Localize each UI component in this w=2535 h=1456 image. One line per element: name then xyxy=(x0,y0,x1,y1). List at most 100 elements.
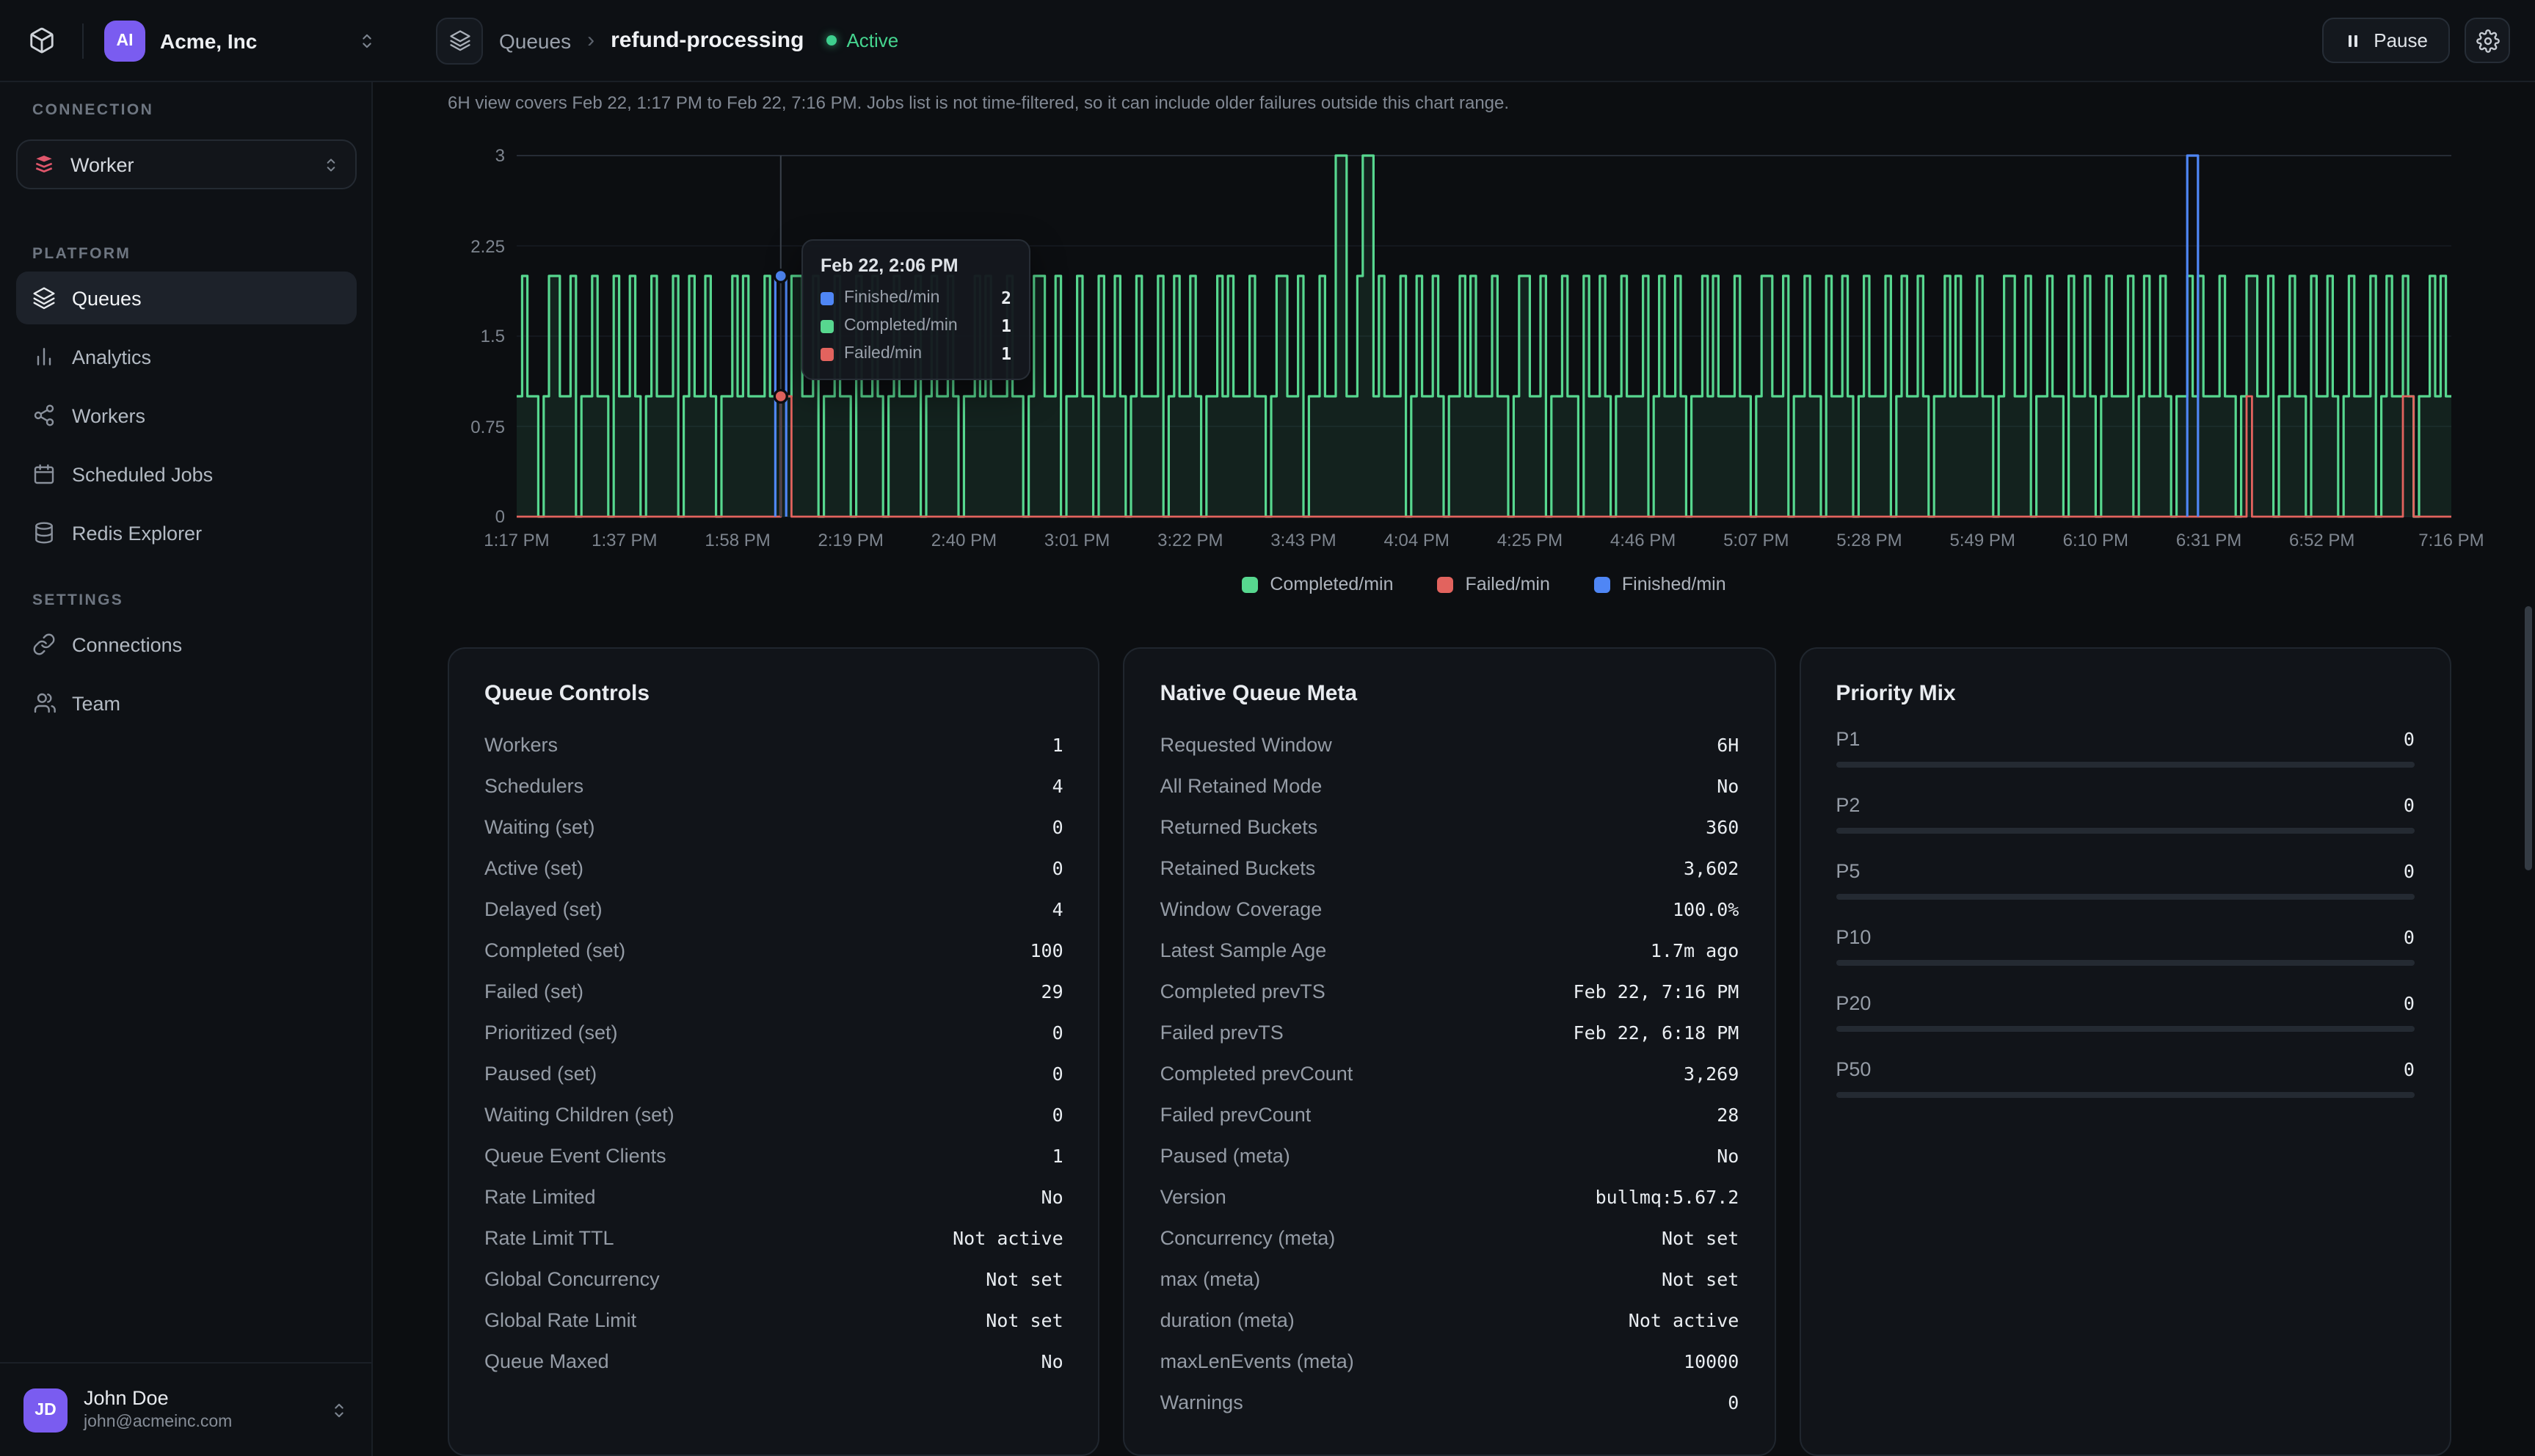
sidebar-item-label: Analytics xyxy=(72,346,151,368)
stat-value: 360 xyxy=(1706,815,1739,837)
stat-row: maxLenEvents (meta) 10000 xyxy=(1160,1340,1739,1381)
sidebar-item-redis-explorer[interactable]: Redis Explorer xyxy=(16,506,357,559)
stat-value: 0 xyxy=(1052,1021,1063,1043)
cube-icon xyxy=(27,26,55,54)
sidebar-item-team[interactable]: Team xyxy=(16,677,357,729)
legend-color-chip xyxy=(1594,576,1610,592)
stat-row: Global Rate Limit Not set xyxy=(484,1299,1063,1340)
stat-row: duration (meta) Not active xyxy=(1160,1299,1739,1340)
stat-label: Returned Buckets xyxy=(1160,815,1318,837)
stat-row: Global Concurrency Not set xyxy=(484,1258,1063,1299)
sidebar-item-label: Connections xyxy=(72,633,182,655)
sidebar-item-label: Redis Explorer xyxy=(72,522,202,544)
x-axis-tick: 2:40 PM xyxy=(931,530,997,550)
connection-select[interactable]: Worker xyxy=(16,139,357,189)
priority-row: P5 0 xyxy=(1836,856,2415,900)
stat-label: All Retained Mode xyxy=(1160,774,1323,796)
stat-value: 1 xyxy=(1052,1144,1063,1166)
stat-label: Queue Event Clients xyxy=(484,1144,666,1166)
tooltip-row: Completed/min 1 xyxy=(821,316,1011,336)
legend-item-finished[interactable]: Finished/min xyxy=(1594,574,1726,594)
y-axis-tick: 0.75 xyxy=(379,416,505,437)
legend-color-chip xyxy=(1242,576,1258,592)
x-axis-tick: 6:10 PM xyxy=(2063,530,2128,550)
main-content: 6H view covers Feb 22, 1:17 PM to Feb 22… xyxy=(373,81,2535,1456)
legend-item-failed[interactable]: Failed/min xyxy=(1438,574,1550,594)
org-switcher[interactable]: AI Acme, Inc xyxy=(84,14,398,67)
chart-range-note: 6H view covers Feb 22, 1:17 PM to Feb 22… xyxy=(448,92,1509,113)
stat-value: Feb 22, 6:18 PM xyxy=(1574,1021,1739,1043)
queue-controls-card: Queue Controls Workers 1 Schedulers 4 Wa… xyxy=(448,647,1100,1456)
y-axis-tick: 1.5 xyxy=(379,326,505,346)
stat-value: Not active xyxy=(953,1226,1063,1248)
x-axis-tick: 5:49 PM xyxy=(1949,530,2015,550)
priority-bar-track xyxy=(1836,960,2415,966)
settings-section-label: SETTINGS xyxy=(32,592,123,609)
stat-value: 100.0% xyxy=(1673,898,1739,920)
sidebar-item-analytics[interactable]: Analytics xyxy=(16,330,357,383)
stat-label: Completed prevTS xyxy=(1160,980,1325,1002)
stat-row: Completed prevTS Feb 22, 7:16 PM xyxy=(1160,970,1739,1011)
stat-label: Rate Limited xyxy=(484,1185,596,1207)
stat-label: Failed (set) xyxy=(484,980,583,1002)
settings-button[interactable] xyxy=(2465,18,2510,63)
stat-value: 0 xyxy=(1052,1062,1063,1084)
calendar-icon xyxy=(32,462,56,486)
chevron-up-down-icon xyxy=(329,1399,349,1420)
stat-label: Workers xyxy=(484,733,558,755)
stat-label: Completed (set) xyxy=(484,939,625,961)
pause-button[interactable]: Pause xyxy=(2322,18,2450,63)
card-title: Native Queue Meta xyxy=(1160,681,1739,706)
stat-row: Queue Maxed No xyxy=(484,1340,1063,1381)
stat-label: Rate Limit TTL xyxy=(484,1226,614,1248)
sidebar-item-label: Team xyxy=(72,692,120,714)
sidebar-item-connections[interactable]: Connections xyxy=(16,618,357,671)
series-color-chip xyxy=(821,347,834,360)
stat-row: Delayed (set) 4 xyxy=(484,888,1063,929)
stat-label: duration (meta) xyxy=(1160,1308,1295,1331)
scrollbar-thumb[interactable] xyxy=(2525,606,2532,870)
legend-item-completed[interactable]: Completed/min xyxy=(1242,574,1393,594)
priority-bar-track xyxy=(1836,1092,2415,1098)
stat-row: Retained Buckets 3,602 xyxy=(1160,847,1739,888)
user-menu[interactable]: JD John Doe john@acmeinc.com xyxy=(0,1362,373,1456)
topbar-actions: Pause xyxy=(2322,18,2535,63)
stat-value: No xyxy=(1717,774,1739,796)
pause-label: Pause xyxy=(2374,29,2428,51)
app-logo[interactable] xyxy=(0,0,82,81)
sidebar-item-label: Queues xyxy=(72,287,142,309)
stat-value: 0 xyxy=(1052,815,1063,837)
stat-value: bullmq:5.67.2 xyxy=(1596,1185,1739,1207)
share-icon xyxy=(32,404,56,427)
stat-value: 100 xyxy=(1030,939,1063,961)
stat-label: Failed prevTS xyxy=(1160,1021,1284,1043)
stat-value: 3,269 xyxy=(1684,1062,1739,1084)
stat-label: Schedulers xyxy=(484,774,583,796)
stat-row: Failed prevCount 28 xyxy=(1160,1093,1739,1135)
sidebar-item-scheduled-jobs[interactable]: Scheduled Jobs xyxy=(16,448,357,500)
sidebar-item-workers[interactable]: Workers xyxy=(16,389,357,442)
stat-label: Queue Maxed xyxy=(484,1350,609,1372)
org-name: Acme, Inc xyxy=(160,29,342,52)
stat-label: Waiting (set) xyxy=(484,815,595,837)
priority-bar-track xyxy=(1836,828,2415,834)
platform-nav: Queues Analytics Workers Scheduled Jobs … xyxy=(16,272,357,559)
x-axis-tick: 1:37 PM xyxy=(592,530,657,550)
stat-row: Version bullmq:5.67.2 xyxy=(1160,1176,1739,1217)
breadcrumb-section[interactable]: Queues xyxy=(499,29,571,52)
stat-row: Concurrency (meta) Not set xyxy=(1160,1217,1739,1258)
stat-value: 10000 xyxy=(1684,1350,1739,1372)
priority-label: P10 xyxy=(1836,925,1871,947)
series-color-chip xyxy=(821,291,834,305)
stat-row: Warnings 0 xyxy=(1160,1381,1739,1422)
stat-label: Global Concurrency xyxy=(484,1267,660,1289)
legend-color-chip xyxy=(1438,576,1454,592)
queue-icon-button[interactable] xyxy=(436,17,483,64)
priority-bar-track xyxy=(1836,1026,2415,1032)
sidebar-item-queues[interactable]: Queues xyxy=(16,272,357,324)
stat-row: max (meta) Not set xyxy=(1160,1258,1739,1299)
priority-row: P50 0 xyxy=(1836,1054,2415,1098)
topbar: AI Acme, Inc Queues › refund-processing … xyxy=(0,0,2535,82)
x-axis-tick: 4:04 PM xyxy=(1383,530,1449,550)
stat-value: No xyxy=(1041,1185,1063,1207)
